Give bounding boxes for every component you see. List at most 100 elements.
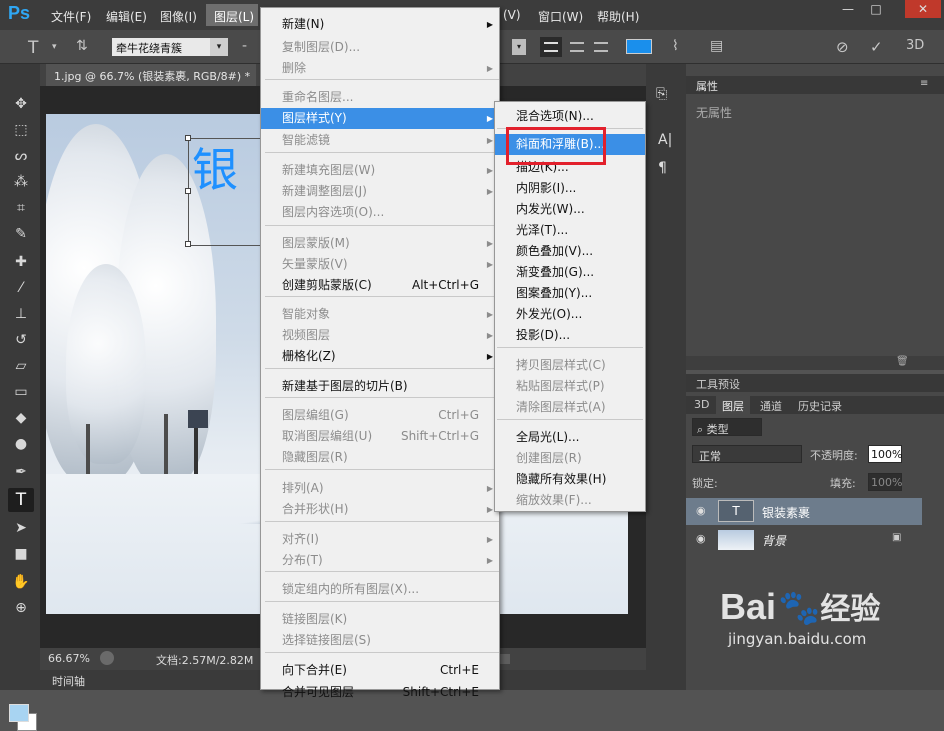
eraser-tool-icon[interactable]: ▱ — [8, 354, 34, 378]
pen-tool-icon[interactable]: ✒ — [8, 460, 34, 484]
close-button[interactable]: ✕ — [905, 0, 941, 18]
maximize-button[interactable]: □ — [864, 0, 888, 18]
menu-item-27[interactable]: 合并可见图层 Shift+Ctrl+E — [261, 682, 499, 703]
align-center-button[interactable] — [566, 37, 588, 57]
eyedropper-tool-icon[interactable]: ✎ — [8, 222, 34, 246]
character-icon[interactable]: A| — [658, 132, 672, 148]
size-dropdown-icon[interactable]: ▾ — [512, 39, 526, 55]
tool-presets-tab[interactable]: 工具预设 — [696, 376, 740, 392]
dodge-tool-icon[interactable]: ● — [8, 432, 34, 456]
paw-icon: 🐾 — [778, 588, 821, 628]
menu-item-11[interactable]: 创建剪贴蒙版(C) Alt+Ctrl+G — [261, 275, 499, 296]
layer-name[interactable]: 背景 — [762, 532, 786, 549]
text-tool-icon[interactable]: T — [28, 38, 38, 58]
fill-input[interactable]: 100% — [868, 473, 902, 491]
menu-view[interactable]: (V) — [503, 8, 521, 22]
style-item-6[interactable]: 颜色叠加(V)... — [495, 241, 645, 262]
menu-item-26[interactable]: 向下合并(E) Ctrl+E — [261, 660, 499, 681]
3d-icon[interactable]: 3D — [906, 38, 924, 53]
style-item-8[interactable]: 图案叠加(Y)... — [495, 283, 645, 304]
path-select-icon[interactable]: ➤ — [8, 516, 34, 540]
rectangle-tool-icon[interactable]: ■ — [8, 542, 34, 566]
status-menu-icon[interactable] — [100, 651, 114, 665]
trash-icon[interactable]: 🗑 — [896, 356, 909, 367]
tab-3d[interactable]: 3D — [694, 398, 709, 411]
text-orientation-icon[interactable]: ⇅ — [76, 38, 88, 54]
zoom-level[interactable]: 66.67% — [48, 652, 90, 665]
photoshop-logo: Ps — [8, 3, 31, 23]
history-panel-icon[interactable]: ⎘ — [656, 86, 667, 102]
eye-icon[interactable]: ◉ — [696, 504, 706, 517]
marquee-tool-icon[interactable]: ⬚ — [8, 118, 34, 142]
style-item-16[interactable]: 隐藏所有效果(H) — [495, 469, 645, 490]
properties-tab[interactable]: 属性 — [696, 78, 718, 94]
menu-layer[interactable]: 图层(L) — [206, 4, 258, 26]
style-item-9[interactable]: 外发光(O)... — [495, 304, 645, 325]
cancel-icon[interactable]: ⊘ — [836, 38, 849, 56]
history-brush-icon[interactable]: ↺ — [8, 328, 34, 352]
menu-item-14[interactable]: 栅格化(Z) ▶ — [261, 346, 499, 367]
warp-text-icon[interactable]: ⌇ — [672, 38, 679, 54]
tab-history[interactable]: 历史记录 — [798, 398, 842, 414]
timeline-tab[interactable]: 时间轴 — [52, 673, 85, 689]
document-tab[interactable]: 1.jpg @ 66.7% (银装素裹, RGB/8#) * — [46, 64, 256, 86]
style-item-5[interactable]: 光泽(T)... — [495, 220, 645, 241]
lasso-tool-icon[interactable]: ᔕ — [8, 144, 34, 168]
style-item-14[interactable]: 全局光(L)... — [495, 427, 645, 448]
menu-item-4[interactable]: 图层样式(Y) ▶ — [261, 108, 499, 129]
menu-item-5: 智能滤镜 ▶ — [261, 130, 499, 151]
hand-tool-icon[interactable]: ✋ — [8, 570, 34, 594]
layer-filter-select[interactable]: ⌕ 类型 — [692, 418, 762, 436]
layer-name[interactable]: 银装素裹 — [762, 504, 810, 521]
brush-tool-icon[interactable]: ⁄ — [8, 276, 34, 300]
blend-mode-value: 正常 — [699, 450, 721, 463]
menu-file[interactable]: 文件(F) — [51, 8, 91, 25]
layer-row[interactable]: ◉ T 银装素裹 — [686, 498, 922, 525]
style-item-label: 拷贝图层样式(C) — [516, 358, 606, 372]
panel-menu-icon[interactable]: ≡ — [920, 78, 928, 89]
blur-tool-icon[interactable]: ◆ — [8, 406, 34, 430]
menu-help[interactable]: 帮助(H) — [597, 8, 639, 25]
character-panel-icon[interactable]: ▤ — [710, 38, 723, 54]
style-item-10[interactable]: 投影(D)... — [495, 325, 645, 346]
chevron-down-icon[interactable]: ▾ — [52, 42, 57, 52]
opacity-input[interactable]: 100% — [868, 445, 902, 463]
clone-stamp-icon[interactable]: ⊥ — [8, 302, 34, 326]
healing-brush-icon[interactable]: ✚ — [8, 250, 34, 274]
gradient-tool-icon[interactable]: ▭ — [8, 380, 34, 404]
tab-layers[interactable]: 图层 — [716, 396, 750, 414]
menu-item-label: 重命名图层... — [282, 90, 354, 104]
tab-channels[interactable]: 通道 — [760, 398, 782, 414]
menu-item-label: 视频图层 — [282, 328, 331, 342]
align-left-button[interactable] — [540, 37, 562, 57]
canvas-text-layer[interactable]: 银 — [192, 134, 238, 200]
paragraph-icon[interactable]: ¶ — [658, 160, 667, 176]
minimize-button[interactable]: — — [836, 0, 860, 18]
font-family-select[interactable]: 牵牛花绕青簇 ▾ — [112, 38, 228, 56]
style-item-0[interactable]: 混合选项(N)... — [495, 106, 645, 127]
align-right-button[interactable] — [590, 37, 612, 57]
menu-edit[interactable]: 编辑(E) — [106, 8, 147, 25]
menu-item-15[interactable]: 新建基于图层的切片(B) — [261, 376, 499, 397]
zoom-tool-icon[interactable]: ⊕ — [8, 596, 34, 620]
quick-select-tool-icon[interactable]: ⁂ — [8, 170, 34, 194]
menu-image[interactable]: 图像(I) — [160, 8, 197, 25]
foreground-color[interactable] — [9, 704, 29, 722]
menu-item-0[interactable]: 新建(N) ▶ — [261, 14, 499, 35]
move-tool-icon[interactable]: ✥ — [8, 92, 34, 116]
layer-row[interactable]: ◉ 背景 ▣ — [686, 526, 922, 553]
no-properties-label: 无属性 — [696, 106, 733, 120]
type-tool-icon[interactable]: T — [8, 488, 34, 512]
commit-icon[interactable]: ✓ — [870, 38, 883, 56]
highlight-callout-box — [506, 127, 606, 165]
menu-window[interactable]: 窗口(W) — [538, 8, 583, 25]
style-item-4[interactable]: 内发光(W)... — [495, 199, 645, 220]
layer-menu: 新建(N) ▶ 复制图层(D)... 删除 ▶ 重命名图层... 图层样式(Y) ▶ 智能滤镜 ▶… — [260, 7, 500, 699]
text-color-swatch[interactable] — [626, 39, 652, 54]
style-item-7[interactable]: 渐变叠加(G)... — [495, 262, 645, 283]
eye-icon[interactable]: ◉ — [696, 532, 706, 545]
font-style-select[interactable]: - — [242, 38, 247, 54]
style-item-3[interactable]: 内阴影(I)... — [495, 178, 645, 199]
blend-mode-select[interactable]: 正常 — [692, 445, 802, 463]
crop-tool-icon[interactable]: ⌗ — [8, 196, 34, 220]
